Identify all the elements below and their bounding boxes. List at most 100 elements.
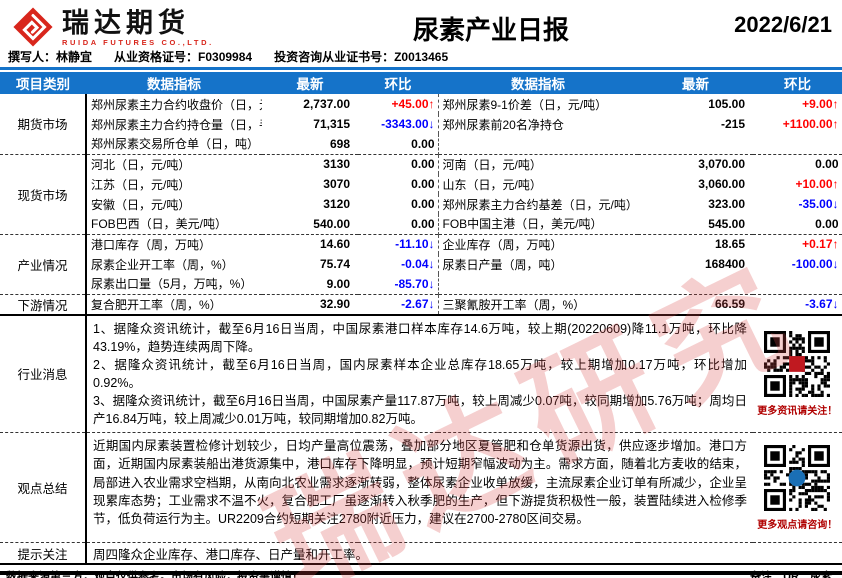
change-value: -0.04↓ — [358, 254, 438, 274]
change-value: 0.00 — [358, 134, 438, 154]
change-value: -11.10↓ — [358, 234, 438, 254]
col-header-change-left: 环比 — [358, 72, 438, 94]
change-value — [753, 274, 842, 294]
indicator-name — [438, 274, 638, 294]
change-value: 0.00 — [358, 174, 438, 194]
indicator-name: 郑州尿素交易所仓单（日，吨） — [86, 134, 262, 154]
report-date: 2022/6/21 — [702, 4, 832, 38]
change-value: 0.00 — [753, 154, 842, 174]
bottom-rule — [0, 571, 842, 575]
latest-value: 698 — [262, 134, 358, 154]
table-row: 产业情况港口库存（周，万吨）14.60-11.10↓企业库存（周，万吨）18.6… — [0, 234, 842, 254]
latest-value — [638, 134, 753, 154]
focus-text: 周四隆众企业库存、港口库存、日产量和开工率。 — [86, 543, 842, 564]
qualification-no: 从业资格证号：F0309984 — [114, 48, 252, 66]
latest-value: 168400 — [638, 254, 753, 274]
indicator-name: 山东（日，元/吨） — [438, 174, 638, 194]
col-header-category: 项目类别 — [0, 72, 86, 94]
table-row: 安徽（日，元/吨）31200.00郑州尿素主力合约基差（日，元/吨）323.00… — [0, 194, 842, 214]
latest-value: 75.74 — [262, 254, 358, 274]
author: 撰写人：林静宜 — [8, 48, 92, 66]
change-value: +0.17↑ — [753, 234, 842, 254]
company-name-en: RUIDA FUTURES CO.,LTD. — [62, 38, 214, 47]
table-row: 现货市场河北（日，元/吨）31300.00河南（日，元/吨）3,070.000.… — [0, 154, 842, 174]
change-value: 0.00 — [753, 214, 842, 234]
category-label: 产业情况 — [0, 234, 86, 294]
change-value — [753, 134, 842, 154]
latest-value: 3070 — [262, 174, 358, 194]
indicator-name: FOB巴西（日，美元/吨） — [86, 214, 262, 234]
latest-value: 32.90 — [262, 294, 358, 315]
indicator-name: 郑州尿素主力合约持仓量（日，手） — [86, 114, 262, 134]
focus-row: 提示关注 周四隆众企业库存、港口库存、日产量和开工率。 — [0, 543, 842, 564]
summary-label: 观点总结 — [0, 433, 86, 543]
category-label: 下游情况 — [0, 294, 86, 315]
focus-label: 提示关注 — [0, 543, 86, 564]
table-row: 郑州尿素主力合约持仓量（日，手）71,315-3343.00↓郑州尿素前20名净… — [0, 114, 842, 134]
latest-value: 14.60 — [262, 234, 358, 254]
col-header-change-right: 环比 — [753, 72, 842, 94]
indicator-name: 郑州尿素主力合约收盘价（日，元/吨 — [86, 94, 262, 114]
table-row: 江苏（日，元/吨）30700.00山东（日，元/吨）3,060.00+10.00… — [0, 174, 842, 194]
indicator-name: 安徽（日，元/吨） — [86, 194, 262, 214]
indicator-name: 尿素企业开工率（周，%） — [86, 254, 262, 274]
indicator-name: 河北（日，元/吨） — [86, 154, 262, 174]
latest-value: 9.00 — [262, 274, 358, 294]
change-value: -100.00↓ — [753, 254, 842, 274]
indicator-name — [438, 134, 638, 154]
col-header-latest-left: 最新 — [262, 72, 358, 94]
table-row: FOB巴西（日，美元/吨）540.000.00FOB中国主港（日，美元/吨）54… — [0, 214, 842, 234]
change-value: +9.00↑ — [753, 94, 842, 114]
col-header-indicator-left: 数据指标 — [86, 72, 262, 94]
divider-bar — [0, 67, 842, 70]
latest-value: 18.65 — [638, 234, 753, 254]
qrcode-news-icon — [764, 331, 830, 397]
indicator-name: 郑州尿素主力合约基差（日，元/吨） — [438, 194, 638, 214]
latest-value: 71,315 — [262, 114, 358, 134]
change-value: 0.00 — [358, 214, 438, 234]
ruida-logo-icon — [10, 4, 56, 50]
indicator-name: 郑州尿素前20名净持仓 — [438, 114, 638, 134]
news-label: 行业消息 — [0, 315, 86, 433]
category-label: 现货市场 — [0, 154, 86, 234]
indicator-name: FOB中国主港（日，美元/吨） — [438, 214, 638, 234]
col-header-indicator-right: 数据指标 — [438, 72, 638, 94]
table-row: 下游情况复合肥开工率（周，%）32.90-2.67↓三聚氰胺开工率（周，%）66… — [0, 294, 842, 315]
news-qr-caption: 更多资讯请关注！ — [753, 402, 842, 417]
advisor-no: 投资咨询从业证书号：Z0013465 — [274, 48, 448, 66]
indicator-name: 企业库存（周，万吨） — [438, 234, 638, 254]
change-value: 0.00 — [358, 194, 438, 214]
change-value: -2.67↓ — [358, 294, 438, 315]
indicator-name: 江苏（日，元/吨） — [86, 174, 262, 194]
latest-value: 3,070.00 — [638, 154, 753, 174]
news-qr: 更多资讯请关注！ — [753, 315, 842, 433]
indicator-name: 郑州尿素9-1价差（日，元/吨） — [438, 94, 638, 114]
table-row: 尿素出口量（5月，万吨，%）9.00-85.70↓ — [0, 274, 842, 294]
table-header-row: 项目类别 数据指标 最新 环比 数据指标 最新 环比 — [0, 72, 842, 94]
latest-value: 3120 — [262, 194, 358, 214]
latest-value: 545.00 — [638, 214, 753, 234]
report-header: 瑞达期货 RUIDA FUTURES CO.,LTD. 尿素产业日报 2022/… — [0, 0, 842, 48]
change-value: -3.67↓ — [753, 294, 842, 315]
table-row: 郑州尿素交易所仓单（日，吨）6980.00 — [0, 134, 842, 154]
change-value: +10.00↑ — [753, 174, 842, 194]
indicator-name: 尿素日产量（周，吨） — [438, 254, 638, 274]
report-page: 瑞达期货 RUIDA FUTURES CO.,LTD. 尿素产业日报 2022/… — [0, 0, 842, 578]
indicator-name: 尿素出口量（5月，万吨，%） — [86, 274, 262, 294]
change-value: -35.00↓ — [753, 194, 842, 214]
col-header-latest-right: 最新 — [638, 72, 753, 94]
indicator-name: 河南（日，元/吨） — [438, 154, 638, 174]
change-value: 0.00 — [358, 154, 438, 174]
latest-value: -215 — [638, 114, 753, 134]
change-value: -85.70↓ — [358, 274, 438, 294]
company-name: 瑞达期货 — [62, 8, 214, 38]
indicator-name: 复合肥开工率（周，%） — [86, 294, 262, 315]
company-logo: 瑞达期货 RUIDA FUTURES CO.,LTD. — [10, 4, 280, 50]
data-table: 项目类别 数据指标 最新 环比 数据指标 最新 环比 期货市场郑州尿素主力合约收… — [0, 72, 842, 565]
latest-value: 323.00 — [638, 194, 753, 214]
summary-qr: 更多观点请咨询！ — [753, 433, 842, 543]
news-text: 1、据隆众资讯统计，截至6月16日当周，中国尿素港口样本库存14.6万吨，较上期… — [86, 315, 753, 433]
qrcode-summary-icon — [764, 445, 830, 511]
analyst-meta: 撰写人：林静宜 从业资格证号：F0309984 投资咨询从业证书号：Z00134… — [0, 48, 842, 66]
indicator-name: 港口库存（周，万吨） — [86, 234, 262, 254]
